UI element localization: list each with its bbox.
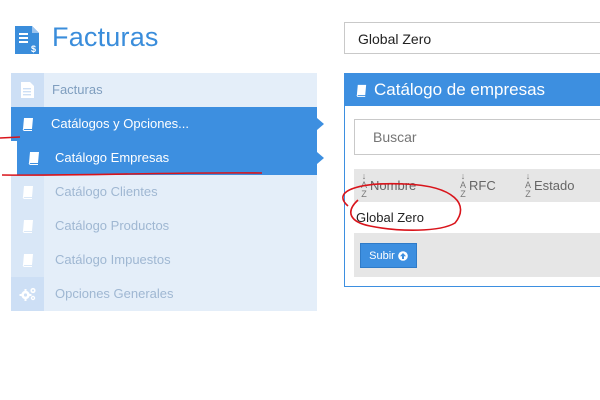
- book-icon: [17, 141, 50, 175]
- upload-button[interactable]: Subir: [360, 243, 417, 268]
- sort-icon: ↓ A Z: [525, 171, 532, 199]
- cell-nombre: Global Zero: [356, 210, 424, 225]
- column-header-rfc[interactable]: ↓ A Z RFC: [460, 169, 496, 202]
- search-input[interactable]: [354, 119, 600, 155]
- sidebar-item-label: Catálogos y Opciones...: [51, 116, 190, 131]
- sidebar-item-label: Catálogo Impuestos: [55, 252, 171, 267]
- company-select[interactable]: Global Zero: [344, 22, 600, 54]
- column-header-nombre[interactable]: ↓ A Z Nombre: [361, 169, 416, 202]
- sidebar-item-label: Opciones Generales: [55, 286, 174, 301]
- sidebar-item-facturas[interactable]: Facturas: [11, 73, 317, 107]
- invoice-icon: $: [15, 26, 39, 54]
- sidebar-item-catalogo-impuestos[interactable]: Catálogo Impuestos: [11, 243, 317, 277]
- company-catalog-panel: Catálogo de empresas ↓AZ Nombre ↓AZ RFC …: [344, 73, 600, 287]
- sidebar-item-catalogo-empresas[interactable]: Catálogo Empresas: [17, 141, 324, 175]
- book-icon: [11, 243, 44, 277]
- sidebar-item-label: Facturas: [52, 82, 103, 97]
- app-title: Facturas: [52, 22, 159, 52]
- sidebar-item-label: Catálogo Empresas: [55, 150, 170, 165]
- expand-arrow-icon: [317, 118, 324, 130]
- active-arrow-icon: [317, 152, 324, 164]
- document-icon: [11, 73, 44, 107]
- svg-text:$: $: [31, 44, 36, 54]
- sidebar-item-label: Catálogo Clientes: [55, 184, 158, 199]
- sidebar-item-catalogo-clientes[interactable]: Catálogo Clientes: [11, 175, 317, 209]
- sidebar-item-catalogos-opciones[interactable]: Catálogos y Opciones...: [11, 107, 324, 141]
- sidebar-item-catalogo-productos[interactable]: Catálogo Productos: [11, 209, 317, 243]
- arrow-up-circle-icon: [398, 250, 408, 261]
- sidebar-item-label: Catálogo Productos: [55, 218, 170, 233]
- table-footer: Subir: [354, 233, 600, 277]
- book-icon: [355, 84, 368, 97]
- table-row[interactable]: Global Zero: [354, 202, 600, 232]
- book-icon: [11, 107, 44, 141]
- panel-title: Catálogo de empresas: [374, 80, 546, 99]
- sidebar: Facturas Catálogos y Opciones... Catálog…: [11, 73, 324, 311]
- table-header: ↓ A Z Nombre ↓ A Z RFC ↓ A Z Estado: [354, 169, 600, 202]
- gears-icon: [11, 277, 44, 311]
- panel-header: Catálogo de empresas: [345, 74, 600, 106]
- sidebar-item-opciones-generales[interactable]: Opciones Generales: [11, 277, 317, 311]
- sort-icon: ↓ A Z: [361, 171, 368, 199]
- column-header-estado[interactable]: ↓ A Z Estado: [525, 169, 575, 202]
- sort-icon: ↓ A Z: [460, 171, 467, 199]
- book-icon: [11, 175, 44, 209]
- book-icon: [11, 209, 44, 243]
